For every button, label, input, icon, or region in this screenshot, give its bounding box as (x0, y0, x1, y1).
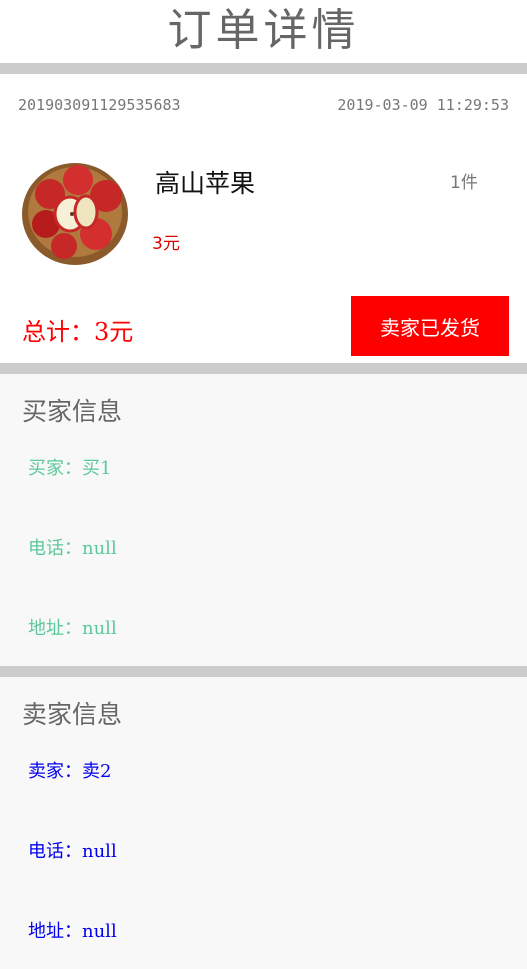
product-name: 高山苹果 (155, 169, 256, 198)
product-price: 3元 (152, 234, 180, 254)
seller-shipped-button[interactable]: 卖家已发货 (351, 296, 509, 356)
apple-image (22, 163, 128, 265)
seller-name: 卖家：卖2 (28, 761, 112, 782)
page-header: 订单详情 (0, 0, 527, 63)
buyer-address: 地址：null (28, 618, 117, 639)
buyer-info-section: 买家信息 买家：买1 电话：null 地址：null (0, 374, 527, 666)
product-quantity: 1件 (450, 173, 478, 193)
order-datetime: 2019-03-09 11:29:53 (337, 96, 509, 114)
divider (0, 363, 527, 374)
buyer-info-title: 买家信息 (22, 397, 123, 426)
order-card: 20190309112953568З 2019-03-09 11:29:53 高… (0, 74, 527, 363)
seller-info-title: 卖家信息 (22, 700, 123, 729)
seller-phone: 电话：null (28, 841, 117, 862)
seller-info-section: 卖家信息 卖家：卖2 电话：null 地址：null (0, 677, 527, 969)
buyer-name: 买家：买1 (28, 458, 112, 479)
order-total: 总计：3元 (22, 318, 134, 346)
divider (0, 63, 527, 74)
order-number: 20190309112953568З (18, 96, 181, 114)
order-meta: 20190309112953568З 2019-03-09 11:29:53 (18, 96, 509, 114)
page-title: 订单详情 (167, 5, 360, 56)
seller-address: 地址：null (28, 921, 117, 942)
divider (0, 666, 527, 677)
buyer-phone: 电话：null (28, 538, 117, 559)
